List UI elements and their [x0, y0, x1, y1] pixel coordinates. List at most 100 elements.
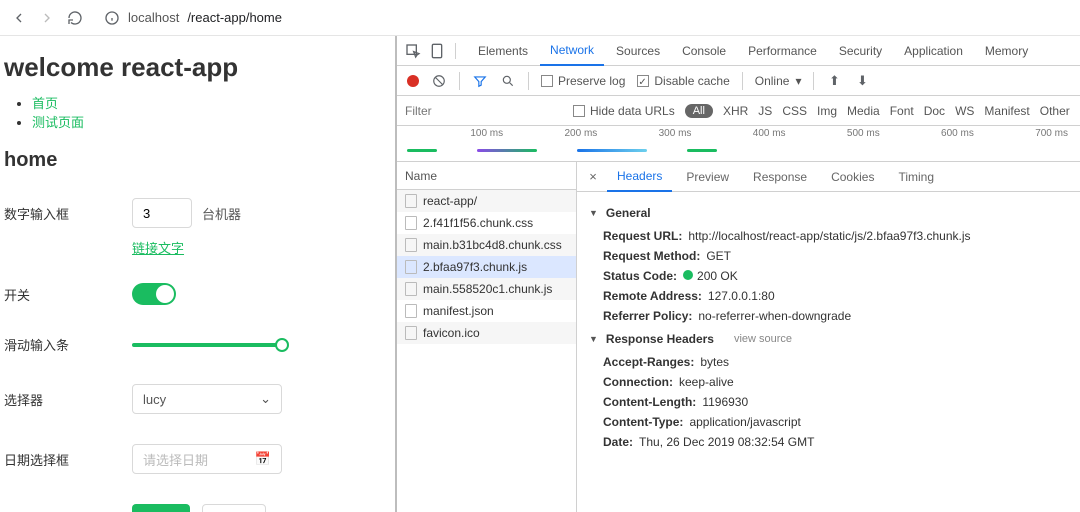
- date-label: 日期选择框: [4, 450, 132, 469]
- download-icon[interactable]: ⬇: [854, 73, 870, 89]
- tab-security[interactable]: Security: [829, 36, 892, 66]
- file-icon: [405, 260, 417, 274]
- header-kv: Content-Type:application/javascript: [589, 412, 1068, 432]
- network-timeline[interactable]: 100 ms 200 ms 300 ms 400 ms 500 ms 600 m…: [397, 126, 1080, 162]
- url-path: /react-app/home: [187, 10, 282, 25]
- request-row[interactable]: react-app/: [397, 190, 576, 212]
- request-row[interactable]: main.558520c1.chunk.js: [397, 278, 576, 300]
- browser-chrome-bar: localhost/react-app/home: [0, 0, 1080, 36]
- ftype-js[interactable]: JS: [758, 104, 772, 118]
- file-icon: [405, 238, 417, 252]
- hide-data-check[interactable]: Hide data URLs: [573, 104, 675, 118]
- detail-tab-preview[interactable]: Preview: [676, 162, 739, 192]
- ftype-all[interactable]: All: [685, 104, 713, 118]
- header-kv: Referrer Policy:no-referrer-when-downgra…: [589, 306, 1068, 326]
- number-input[interactable]: [132, 198, 192, 228]
- request-row[interactable]: manifest.json: [397, 300, 576, 322]
- filter-input[interactable]: [397, 97, 567, 125]
- tab-memory[interactable]: Memory: [975, 36, 1038, 66]
- nav-link-home[interactable]: 首页: [32, 96, 58, 111]
- request-name: 2.f41f1f56.chunk.css: [423, 216, 533, 230]
- slider-handle[interactable]: [275, 338, 289, 352]
- ftype-doc[interactable]: Doc: [924, 104, 945, 118]
- request-name: favicon.ico: [423, 326, 480, 340]
- record-icon[interactable]: [407, 75, 419, 87]
- switch-label: 开关: [4, 285, 132, 304]
- response-headers-section[interactable]: ▼Response Headersview source: [589, 332, 1068, 346]
- detail-tab-cookies[interactable]: Cookies: [821, 162, 884, 192]
- name-header[interactable]: Name: [397, 162, 576, 190]
- inspect-icon[interactable]: [405, 43, 421, 59]
- request-name: main.b31bc4d8.chunk.css: [423, 238, 562, 252]
- number-suffix: 台机器: [202, 204, 241, 223]
- section-title: home: [4, 149, 381, 172]
- ftype-css[interactable]: CSS: [782, 104, 807, 118]
- ok-button[interactable]: 确定: [132, 504, 190, 512]
- slider-label: 滑动输入条: [4, 335, 132, 354]
- forward-icon[interactable]: [38, 9, 56, 27]
- disable-cache-check[interactable]: Disable cache: [637, 74, 729, 88]
- detail-tab-timing[interactable]: Timing: [888, 162, 944, 192]
- file-icon: [405, 282, 417, 296]
- request-row[interactable]: 2.f41f1f56.chunk.css: [397, 212, 576, 234]
- ftype-media[interactable]: Media: [847, 104, 880, 118]
- ftype-other[interactable]: Other: [1040, 104, 1070, 118]
- helper-link[interactable]: 链接文字: [132, 238, 381, 257]
- cancel-button[interactable]: 取 消: [202, 504, 266, 512]
- header-kv: Status Code:200 OK: [589, 266, 1068, 286]
- tab-performance[interactable]: Performance: [738, 36, 827, 66]
- request-row[interactable]: favicon.ico: [397, 322, 576, 344]
- file-icon: [405, 216, 417, 230]
- slider[interactable]: [132, 343, 282, 347]
- detail-tab-headers[interactable]: Headers: [607, 162, 672, 192]
- ftype-xhr[interactable]: XHR: [723, 104, 748, 118]
- tab-sources[interactable]: Sources: [606, 36, 670, 66]
- ftype-manifest[interactable]: Manifest: [984, 104, 1029, 118]
- header-kv: Remote Address:127.0.0.1:80: [589, 286, 1068, 306]
- url-host: localhost: [128, 10, 179, 25]
- switch-toggle[interactable]: [132, 283, 176, 305]
- nav-link-test[interactable]: 测试页面: [32, 115, 84, 130]
- app-page: welcome react-app 首页 测试页面 home 数字输入框 台机器…: [0, 36, 395, 512]
- tab-elements[interactable]: Elements: [468, 36, 538, 66]
- status-dot-icon: [683, 270, 693, 280]
- device-icon[interactable]: [429, 43, 445, 59]
- close-icon[interactable]: ×: [583, 169, 603, 184]
- ftype-img[interactable]: Img: [817, 104, 837, 118]
- tab-application[interactable]: Application: [894, 36, 973, 66]
- header-kv: Connection:keep-alive: [589, 372, 1068, 392]
- clear-icon[interactable]: [431, 73, 447, 89]
- tab-network[interactable]: Network: [540, 36, 604, 66]
- view-source-link[interactable]: view source: [734, 333, 792, 345]
- chevron-down-icon: ▾: [795, 74, 801, 88]
- preserve-log-check[interactable]: Preserve log: [541, 74, 625, 88]
- request-row[interactable]: main.b31bc4d8.chunk.css: [397, 234, 576, 256]
- ftype-ws[interactable]: WS: [955, 104, 974, 118]
- header-kv: Request URL:http://localhost/react-app/s…: [589, 226, 1068, 246]
- request-detail: × Headers Preview Response Cookies Timin…: [577, 162, 1080, 512]
- number-label: 数字输入框: [4, 204, 132, 223]
- request-row[interactable]: 2.bfaa97f3.chunk.js: [397, 256, 576, 278]
- address-bar[interactable]: localhost/react-app/home: [94, 6, 292, 30]
- nav-list: 首页 测试页面: [4, 93, 381, 131]
- search-icon[interactable]: [500, 73, 516, 89]
- date-input[interactable]: 请选择日期 📅: [132, 444, 282, 474]
- back-icon[interactable]: [10, 9, 28, 27]
- general-section[interactable]: ▼General: [589, 206, 1068, 220]
- reload-icon[interactable]: [66, 9, 84, 27]
- detail-tab-response[interactable]: Response: [743, 162, 817, 192]
- site-info-icon[interactable]: [104, 10, 120, 26]
- ftype-font[interactable]: Font: [890, 104, 914, 118]
- filter-icon[interactable]: [472, 73, 488, 89]
- header-kv: Accept-Ranges:bytes: [589, 352, 1068, 372]
- header-kv: Date:Thu, 26 Dec 2019 08:32:54 GMT: [589, 432, 1068, 452]
- throttle-select[interactable]: Online▾: [755, 74, 802, 88]
- chevron-down-icon: ⌄: [260, 391, 271, 407]
- upload-icon[interactable]: ⬆: [826, 73, 842, 89]
- tab-console[interactable]: Console: [672, 36, 736, 66]
- request-name: main.558520c1.chunk.js: [423, 282, 552, 296]
- header-kv: Content-Length:1196930: [589, 392, 1068, 412]
- file-icon: [405, 194, 417, 208]
- select-input[interactable]: lucy ⌄: [132, 384, 282, 414]
- request-name: manifest.json: [423, 304, 494, 318]
